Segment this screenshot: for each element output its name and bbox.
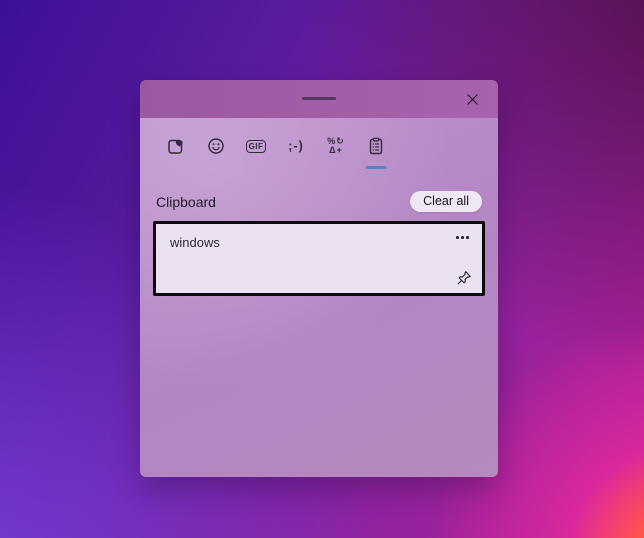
section-title: Clipboard — [156, 193, 216, 210]
smiley-icon — [206, 136, 226, 156]
tab-emoji[interactable] — [196, 125, 236, 167]
section-header: Clipboard Clear all — [140, 191, 498, 212]
close-button[interactable] — [458, 85, 486, 113]
desktop-wallpaper: GIF ;-) %↻ Δ+ Clipboard Clear all window… — [0, 0, 644, 538]
more-options-button[interactable] — [453, 233, 472, 242]
tab-clipboard[interactable] — [356, 125, 396, 169]
pin-icon — [455, 269, 473, 287]
tab-symbols[interactable]: %↻ Δ+ — [316, 125, 356, 167]
clear-all-button[interactable]: Clear all — [410, 191, 482, 212]
heart-square-icon — [166, 136, 186, 156]
tab-selected-indicator — [365, 166, 387, 169]
clipboard-item-list: windows — [140, 221, 498, 296]
clipboard-icon — [366, 136, 386, 156]
title-bar — [140, 80, 498, 118]
tab-row: GIF ;-) %↻ Δ+ — [140, 125, 498, 169]
tab-recently-used[interactable] — [156, 125, 196, 167]
tab-kaomoji[interactable]: ;-) — [276, 125, 316, 167]
clipboard-panel: GIF ;-) %↻ Δ+ Clipboard Clear all window… — [140, 80, 498, 477]
ellipsis-icon — [456, 236, 469, 239]
tab-gif[interactable]: GIF — [236, 125, 276, 167]
gif-icon: GIF — [245, 139, 267, 153]
kaomoji-icon: ;-) — [288, 139, 304, 153]
symbols-icon: %↻ Δ+ — [327, 135, 345, 155]
clipboard-item[interactable]: windows — [153, 221, 485, 296]
pin-button[interactable] — [453, 267, 475, 289]
drag-handle[interactable] — [302, 97, 336, 100]
clipboard-item-text: windows — [170, 235, 220, 250]
close-icon — [466, 93, 479, 106]
panel-body: GIF ;-) %↻ Δ+ Clipboard Clear all window… — [140, 118, 498, 477]
